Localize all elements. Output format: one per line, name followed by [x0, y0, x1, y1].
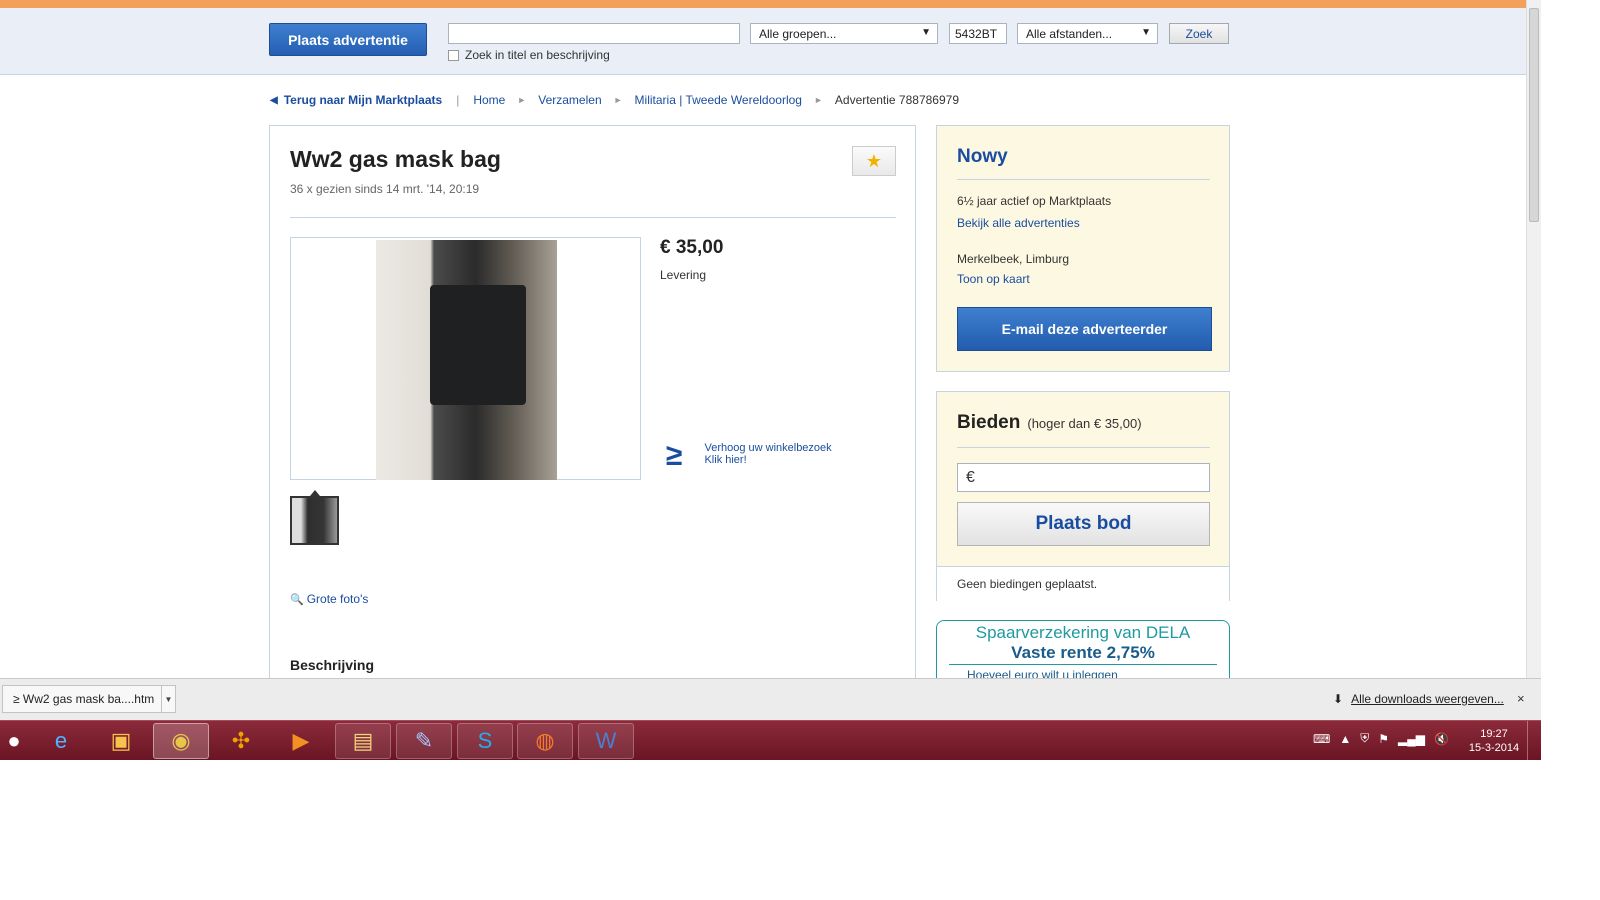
gas-mask-bag-image — [430, 285, 526, 405]
keyboard-icon[interactable]: ⌨ — [1313, 732, 1330, 746]
divider — [957, 179, 1210, 180]
page-title: Ww2 gas mask bag — [290, 146, 501, 172]
seller-location: Merkelbeek, Limburg — [957, 252, 1070, 266]
promo-link[interactable]: ≥ Verhoog uw winkelbezoek Klik hier! — [666, 439, 832, 472]
seller-active: 6½ jaar actief op Marktplaats — [957, 194, 1112, 208]
download-icon: ⬇ — [1333, 692, 1344, 706]
checkbox-label: Zoek in titel en beschrijving — [465, 48, 610, 62]
breadcrumb-home[interactable]: Home — [473, 93, 505, 107]
chevron-right-icon: ► — [517, 95, 527, 105]
description-heading: Beschrijving — [290, 657, 375, 673]
back-link-label: Terug naar Mijn Marktplaats — [283, 93, 443, 107]
magnifier-icon: 🔍 — [290, 593, 304, 606]
distance-select[interactable]: Alle afstanden... ▼ — [1017, 23, 1158, 44]
view-count: 36 x gezien sinds 14 mrt. '14, 20:19 — [290, 182, 480, 196]
breadcrumb-current: Advertentie 788786979 — [834, 93, 959, 107]
show-desktop-button[interactable] — [1527, 721, 1541, 761]
star-icon: ★ — [865, 150, 883, 171]
chevron-right-icon: ≥ — [666, 439, 683, 472]
seller-name[interactable]: Nowy — [957, 146, 1008, 168]
checkbox[interactable] — [448, 49, 459, 61]
main-photo-frame[interactable] — [290, 237, 641, 480]
email-seller-button[interactable]: E-mail deze adverteerder — [957, 307, 1212, 351]
download-bar: ≥ Ww2 gas mask ba....htm ▼ ⬇ Alle downlo… — [0, 678, 1541, 720]
postcode-field[interactable]: 5432BT — [949, 23, 1007, 44]
divider — [949, 664, 1217, 665]
skype-icon[interactable]: S — [457, 723, 513, 759]
listing-panel: Ww2 gas mask bag ★ 36 x gezien sinds 14 … — [269, 125, 916, 685]
all-downloads-link[interactable]: ⬇ Alle downloads weergeven... — [1333, 692, 1504, 706]
origin-icon[interactable]: ◍ — [517, 723, 573, 759]
ad-line1: Spaarverzekering van DELA — [975, 623, 1191, 642]
promo-line1: Verhoog uw winkelbezoek — [704, 442, 832, 454]
date: 15-3-2014 — [1468, 742, 1520, 754]
all-ads-link[interactable]: Bekijk alle advertenties — [957, 216, 1080, 230]
group-select-value: Alle groepen... — [759, 27, 837, 41]
breadcrumb-militaria[interactable]: Militaria | Tweede Wereldoorlog — [635, 93, 802, 107]
taskbar: ● e ▣ ◉ ✣ ▶ ▤ ✎ S ◍ W ⌨ ▲ ⛨ ⚑ ▂▄▆ 🔇 19:2… — [0, 720, 1541, 761]
bid-status: Geen biedingen geplaatst. — [937, 566, 1229, 601]
euro-icon: € — [966, 469, 975, 486]
chevron-down-icon[interactable]: ▼ — [161, 686, 175, 712]
ie-icon[interactable]: e — [33, 723, 89, 759]
main-photo[interactable] — [376, 240, 557, 480]
bid-amount-field[interactable]: € — [957, 463, 1210, 492]
map-link[interactable]: Toon op kaart — [957, 272, 1030, 286]
chevron-down-icon: ▼ — [1141, 27, 1151, 38]
scroll-thumb[interactable] — [1529, 8, 1539, 222]
explorer-icon[interactable]: ▤ — [335, 723, 391, 759]
divider — [957, 447, 1210, 448]
scrollbar[interactable] — [1526, 0, 1541, 678]
signal-icon[interactable]: ▂▄▆ — [1398, 732, 1425, 746]
seller-panel: Nowy 6½ jaar actief op Marktplaats Bekij… — [936, 125, 1230, 372]
favorite-button[interactable]: ★ — [852, 146, 896, 176]
shield-icon[interactable]: ⛨ — [1360, 731, 1369, 746]
bid-heading: Bieden — [957, 412, 1021, 433]
games-icon[interactable]: ✣ — [213, 723, 269, 759]
back-arrow-icon: ◀ — [270, 94, 278, 106]
bid-panel: Bieden (hoger dan € 35,00) € Plaats bod … — [936, 391, 1230, 601]
place-ad-button[interactable]: Plaats advertentie — [269, 23, 427, 56]
media-icon[interactable]: ▶ — [273, 723, 329, 759]
large-photos-label: Grote foto's — [306, 592, 369, 606]
all-downloads-label: Alle downloads weergeven... — [1351, 692, 1504, 706]
download-filename: ≥ Ww2 gas mask ba....htm — [13, 692, 155, 706]
distance-select-value: Alle afstanden... — [1026, 27, 1113, 41]
breadcrumb-verzamelen[interactable]: Verzamelen — [538, 93, 601, 107]
divider — [290, 217, 896, 218]
search-header: Plaats advertentie Alle groepen... ▼ 543… — [0, 8, 1526, 75]
photo-thumbnail[interactable] — [290, 496, 339, 545]
time: 19:27 — [1480, 728, 1508, 740]
close-icon[interactable]: × — [1517, 691, 1525, 706]
delivery-info: Levering — [660, 268, 707, 282]
large-photos-link[interactable]: 🔍 Grote foto's — [290, 592, 368, 606]
title-desc-option[interactable]: Zoek in titel en beschrijving — [448, 48, 610, 62]
breadcrumb: ◀ Terug naar Mijn Marktplaats | Home ► V… — [270, 93, 959, 107]
divider: | — [456, 93, 460, 107]
clock[interactable]: 19:27 15-3-2014 — [1465, 727, 1523, 755]
chevron-up-icon[interactable]: ▲ — [1339, 732, 1351, 746]
back-link[interactable]: ◀ Terug naar Mijn Marktplaats — [270, 93, 442, 107]
chevron-down-icon: ▼ — [921, 27, 931, 38]
price: € 35,00 — [660, 237, 724, 258]
bid-minimum: (hoger dan € 35,00) — [1027, 416, 1142, 431]
pen-icon[interactable]: ✎ — [396, 723, 452, 759]
promo-line2: Klik hier! — [704, 454, 747, 466]
system-tray: ⌨ ▲ ⛨ ⚑ ▂▄▆ 🔇 — [1313, 731, 1458, 746]
word-icon[interactable]: W — [578, 723, 634, 759]
search-button[interactable]: Zoek — [1169, 23, 1229, 44]
chevron-right-icon: ► — [613, 95, 623, 105]
group-select[interactable]: Alle groepen... ▼ — [750, 23, 938, 44]
place-bid-button[interactable]: Plaats bod — [957, 502, 1210, 546]
top-accent-stripe — [0, 0, 1526, 8]
download-item[interactable]: ≥ Ww2 gas mask ba....htm ▼ — [2, 685, 176, 713]
ad-line2: Vaste rente 2,75% — [1011, 643, 1155, 662]
chrome-icon[interactable]: ◉ — [153, 723, 209, 759]
app-icon[interactable]: ▣ — [93, 723, 149, 759]
search-input[interactable] — [448, 23, 740, 44]
flag-icon[interactable]: ⚑ — [1378, 732, 1389, 746]
volume-icon[interactable]: 🔇 — [1434, 732, 1449, 746]
chevron-right-icon: ► — [813, 95, 823, 105]
